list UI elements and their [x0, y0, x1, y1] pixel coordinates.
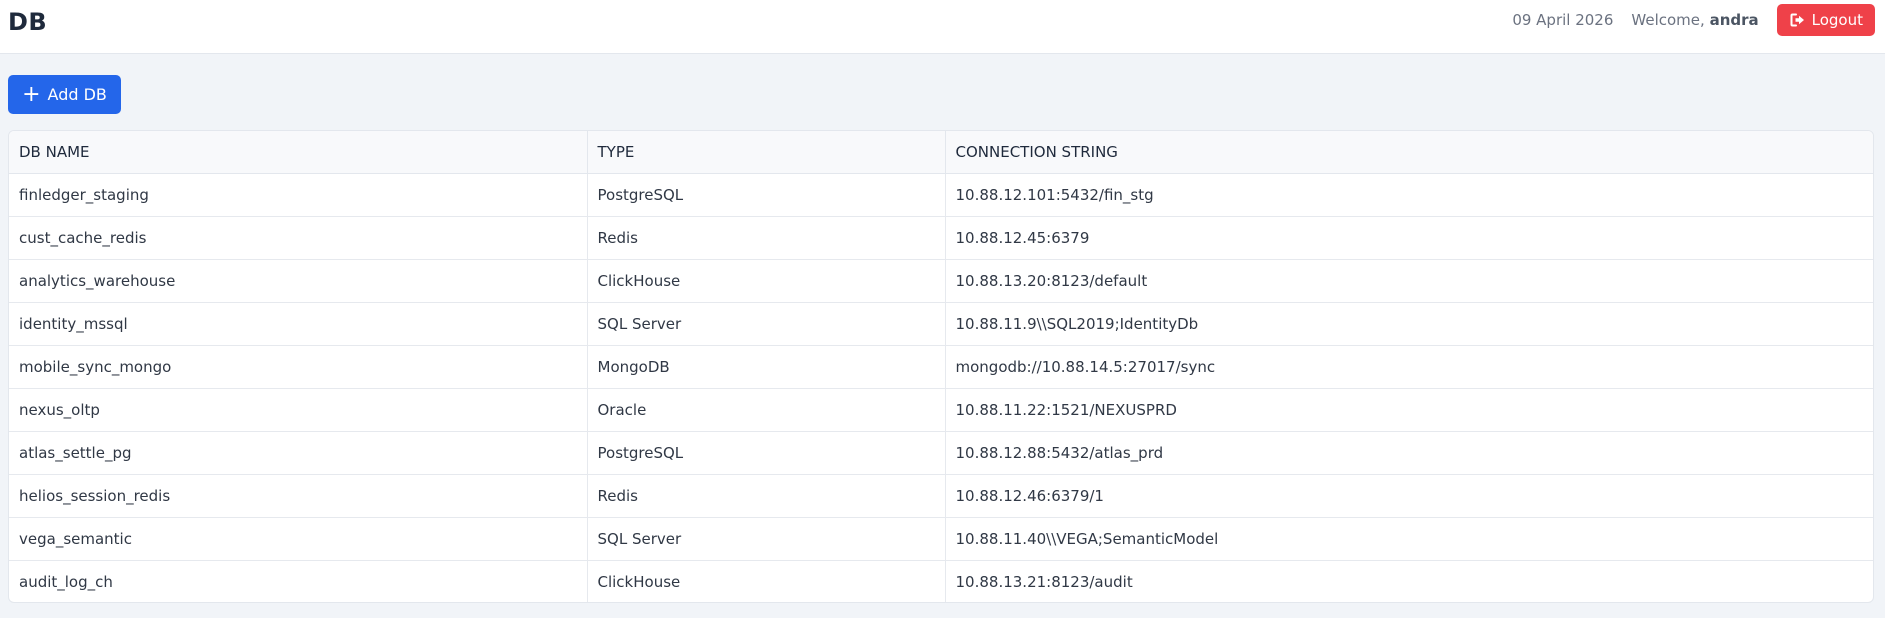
- table-row[interactable]: atlas_settle_pg PostgreSQL 10.88.12.88:5…: [9, 431, 1873, 475]
- add-db-label: Add DB: [47, 85, 107, 104]
- db-type-cell: ClickHouse: [587, 560, 946, 602]
- table-header-row: DB NAME TYPE CONNECTION STRING: [9, 131, 1873, 174]
- logout-button[interactable]: Logout: [1776, 4, 1875, 36]
- connection-string-cell: 10.88.12.88:5432/atlas_prd: [945, 431, 1873, 475]
- connection-string-cell: 10.88.12.101:5432/fin_stg: [945, 173, 1873, 217]
- db-name-cell: identity_mssql: [9, 302, 588, 346]
- db-type-cell: ClickHouse: [587, 259, 946, 303]
- column-header-connection-string[interactable]: CONNECTION STRING: [945, 131, 1873, 174]
- table-row[interactable]: finledger_staging PostgreSQL 10.88.12.10…: [9, 173, 1873, 217]
- connection-string-cell: 10.88.12.45:6379: [945, 216, 1873, 260]
- sign-out-icon: [1790, 13, 1805, 27]
- db-name-cell: analytics_warehouse: [9, 259, 588, 303]
- db-name-cell: finledger_staging: [9, 173, 588, 217]
- connection-string-cell: 10.88.11.9\\SQL2019;IdentityDb: [945, 302, 1873, 346]
- user-area: 09 April 2026 Welcome, andra Logout: [1512, 4, 1875, 36]
- table-row[interactable]: vega_semantic SQL Server 10.88.11.40\\VE…: [9, 517, 1873, 561]
- column-header-type[interactable]: TYPE: [587, 131, 946, 174]
- plus-icon: +: [22, 81, 41, 107]
- db-name-cell: helios_session_redis: [9, 474, 588, 518]
- connection-string-cell: 10.88.13.20:8123/default: [945, 259, 1873, 303]
- connection-string-cell: 10.88.12.46:6379/1: [945, 474, 1873, 518]
- table-row[interactable]: nexus_oltp Oracle 10.88.11.22:1521/NEXUS…: [9, 388, 1873, 432]
- welcome-prefix: Welcome,: [1631, 11, 1705, 29]
- db-type-cell: SQL Server: [587, 302, 946, 346]
- db-type-cell: Redis: [587, 474, 946, 518]
- db-type-cell: Oracle: [587, 388, 946, 432]
- table-row[interactable]: helios_session_redis Redis 10.88.12.46:6…: [9, 474, 1873, 518]
- db-name-cell: atlas_settle_pg: [9, 431, 588, 475]
- connection-string-cell: mongodb://10.88.14.5:27017/sync: [945, 345, 1873, 389]
- current-date: 09 April 2026: [1512, 11, 1614, 29]
- welcome-message: Welcome, andra: [1631, 11, 1758, 29]
- table-row[interactable]: analytics_warehouse ClickHouse 10.88.13.…: [9, 259, 1873, 303]
- db-type-cell: MongoDB: [587, 345, 946, 389]
- db-type-cell: PostgreSQL: [587, 173, 946, 217]
- db-name-cell: nexus_oltp: [9, 388, 588, 432]
- db-name-cell: cust_cache_redis: [9, 216, 588, 260]
- db-name-cell: audit_log_ch: [9, 560, 588, 602]
- page-title: DB: [8, 8, 48, 36]
- connection-string-cell: 10.88.11.40\\VEGA;SemanticModel: [945, 517, 1873, 561]
- table-row[interactable]: audit_log_ch ClickHouse 10.88.13.21:8123…: [9, 560, 1873, 602]
- add-db-button[interactable]: + Add DB: [8, 75, 121, 114]
- connection-string-cell: 10.88.13.21:8123/audit: [955, 572, 1133, 591]
- table-row[interactable]: mobile_sync_mongo MongoDB mongodb://10.8…: [9, 345, 1873, 389]
- db-type-cell: Redis: [587, 216, 946, 260]
- db-type-cell: PostgreSQL: [587, 431, 946, 475]
- table-row[interactable]: identity_mssql SQL Server 10.88.11.9\\SQ…: [9, 302, 1873, 346]
- db-table: DB NAME TYPE CONNECTION STRING finledger…: [9, 131, 1873, 602]
- db-name-cell: vega_semantic: [9, 517, 588, 561]
- db-type-cell: SQL Server: [587, 517, 946, 561]
- db-table-container: DB NAME TYPE CONNECTION STRING finledger…: [8, 130, 1874, 603]
- top-bar: DB 09 April 2026 Welcome, andra Logout: [0, 0, 1885, 54]
- db-name-cell: mobile_sync_mongo: [9, 345, 588, 389]
- column-header-db-name[interactable]: DB NAME: [9, 131, 588, 174]
- username: andra: [1709, 11, 1759, 29]
- connection-string-cell: 10.88.11.22:1521/NEXUSPRD: [945, 388, 1873, 432]
- table-row[interactable]: cust_cache_redis Redis 10.88.12.45:6379: [9, 216, 1873, 260]
- logout-label: Logout: [1811, 11, 1863, 29]
